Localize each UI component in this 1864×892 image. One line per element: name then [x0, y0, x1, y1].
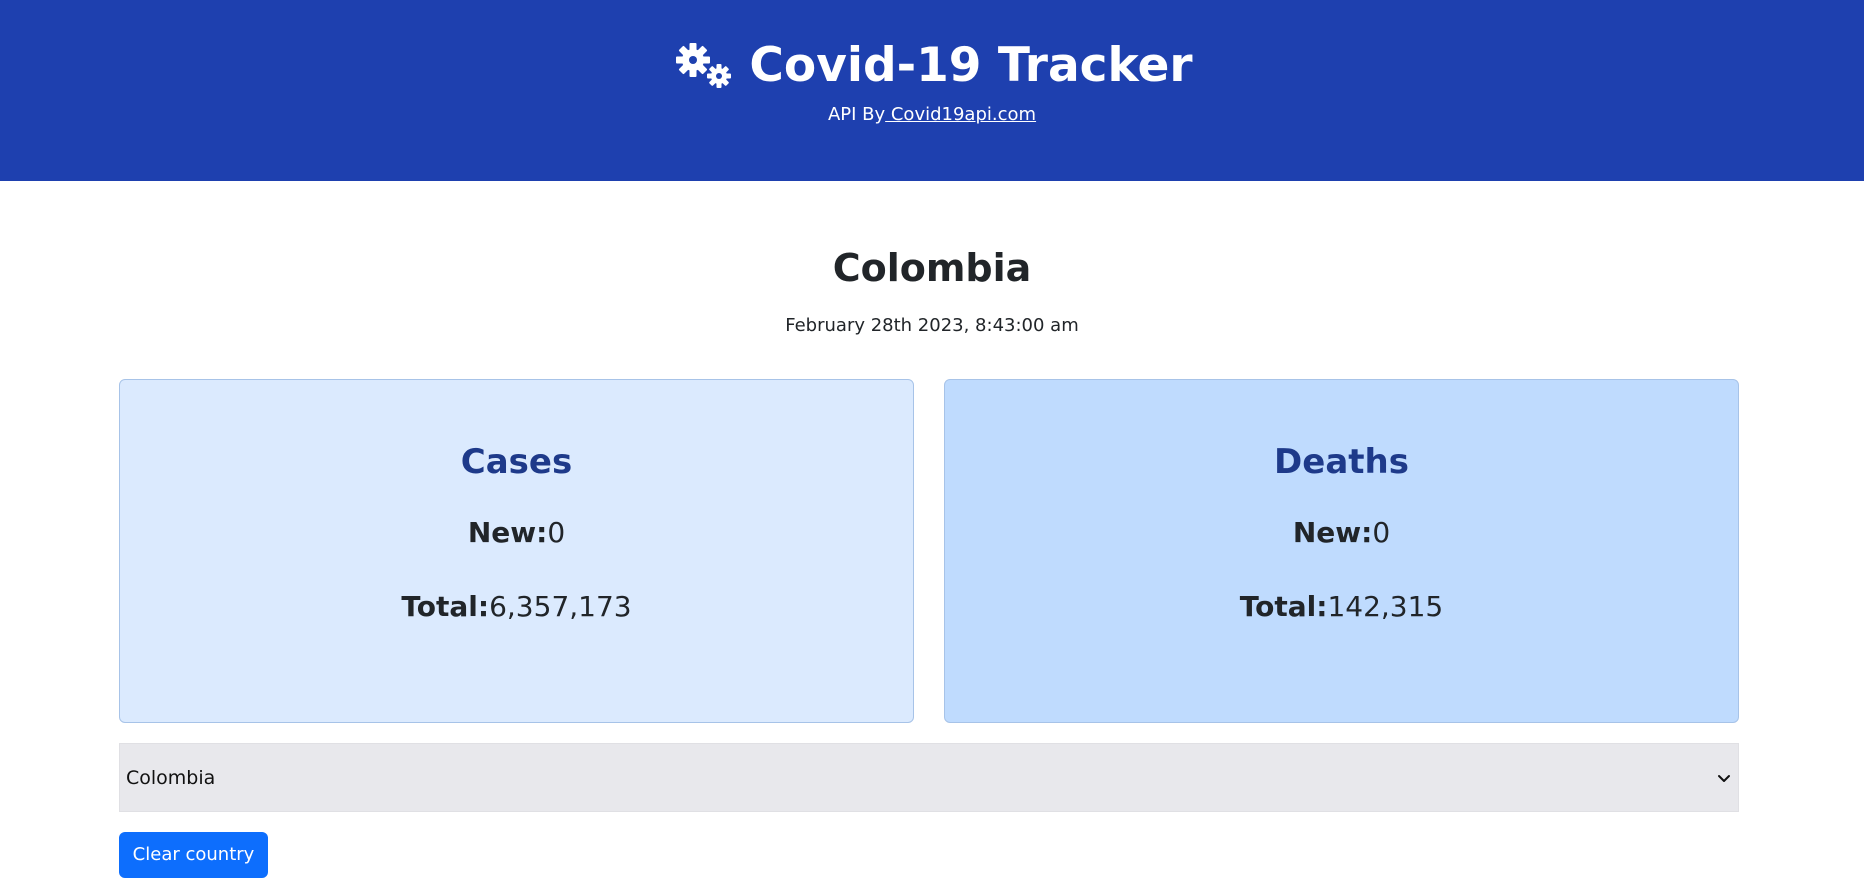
cases-new-stat: New:0: [120, 516, 913, 550]
deaths-total-label: Total:: [1239, 590, 1328, 623]
deaths-total-value: 142,315: [1327, 590, 1444, 623]
country-select-value: Colombia: [126, 766, 216, 789]
header: Covid-19 Tracker API By Covid19api.com: [0, 0, 1864, 181]
last-updated-timestamp: February 28th 2023, 8:43:00 am: [785, 315, 1079, 336]
header-title-row: Covid-19 Tracker: [0, 38, 1864, 94]
gears-icon: [676, 43, 732, 88]
deaths-new-label: New:: [1292, 516, 1373, 549]
cases-card: Cases New:0 Total:6,357,173: [119, 379, 914, 723]
chevron-down-icon: [1718, 774, 1730, 782]
api-credit-link[interactable]: Covid19api.com: [885, 104, 1036, 125]
deaths-new-stat: New:0: [945, 516, 1738, 550]
cases-total-value: 6,357,173: [489, 590, 632, 623]
country-title: Colombia: [832, 246, 1032, 290]
clear-country-button[interactable]: Clear country: [119, 832, 268, 878]
stats-cards: Cases New:0 Total:6,357,173 Deaths New:0…: [119, 379, 1739, 723]
main-content: Colombia February 28th 2023, 8:43:00 am: [0, 246, 1864, 337]
cases-total-label: Total:: [401, 590, 490, 623]
app-title: Covid-19 Tracker: [749, 38, 1193, 93]
deaths-new-value: 0: [1372, 516, 1391, 549]
deaths-total-stat: Total:142,315: [945, 590, 1738, 624]
cases-total-stat: Total:6,357,173: [120, 590, 913, 624]
cases-card-title: Cases: [460, 442, 573, 482]
api-credit-prefix: API By: [827, 104, 886, 125]
api-credit: API By Covid19api.com: [0, 104, 1864, 126]
deaths-card: Deaths New:0 Total:142,315: [944, 379, 1739, 723]
country-select[interactable]: Colombia: [119, 743, 1739, 812]
deaths-card-title: Deaths: [1274, 442, 1409, 482]
cases-new-value: 0: [547, 516, 566, 549]
cases-new-label: New:: [467, 516, 548, 549]
